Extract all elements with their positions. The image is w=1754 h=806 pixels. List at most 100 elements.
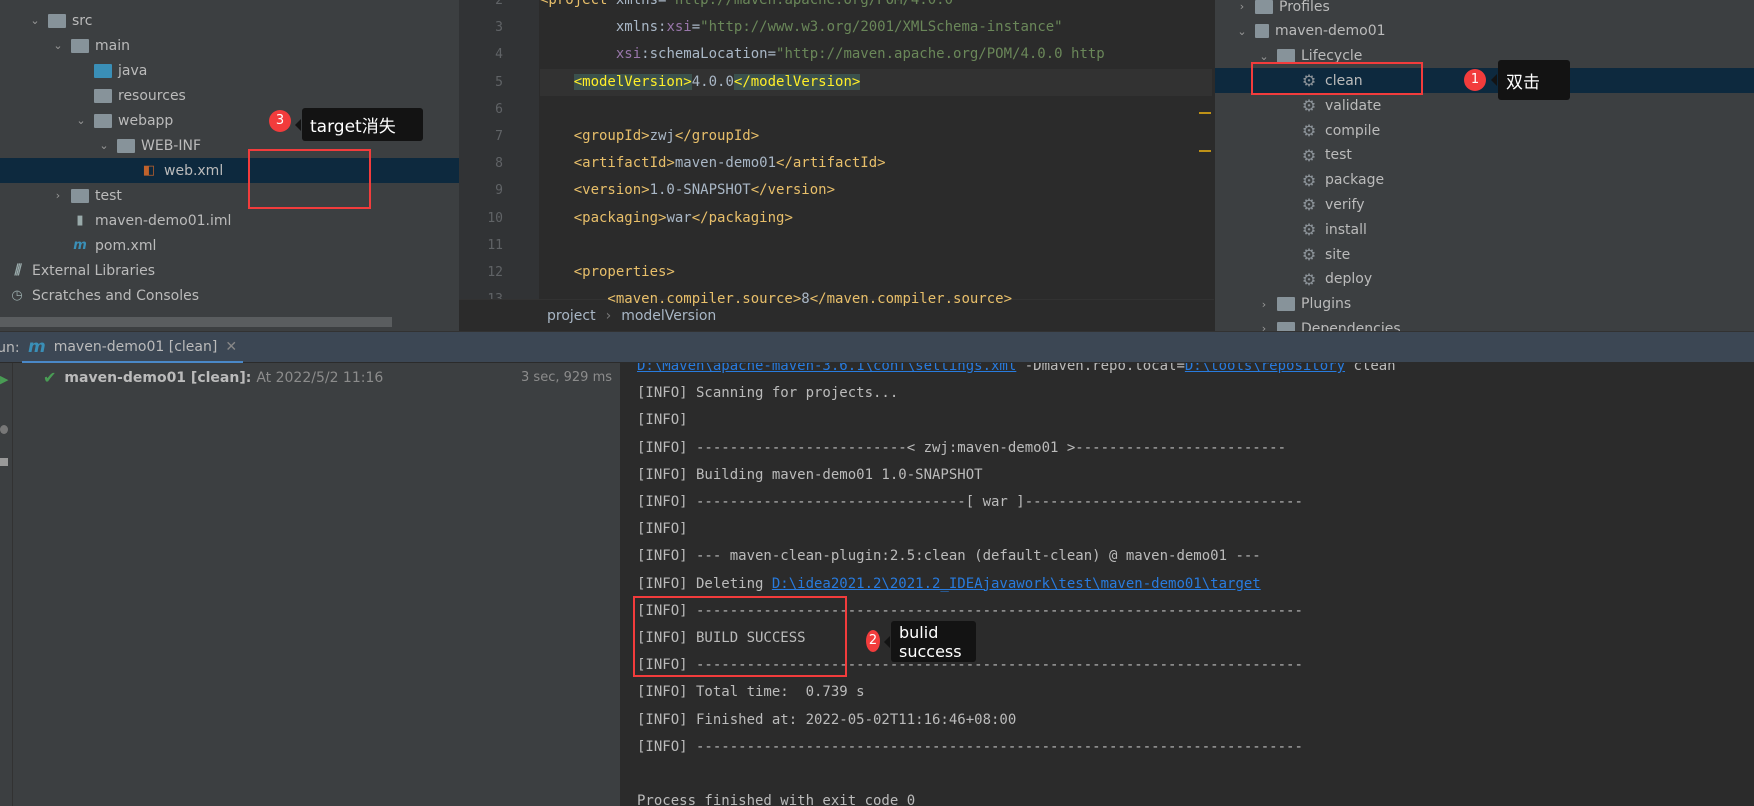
profiles-icon (1255, 0, 1273, 14)
console-line: [INFO] Total time: 0.739 s (637, 679, 865, 706)
tree-item-external-libraries[interactable]: ⫼ External Libraries (0, 258, 459, 283)
rerun-icon[interactable]: ▶ (0, 373, 8, 386)
chevron-right-icon[interactable]: › (1257, 298, 1271, 311)
line-number: 7 (495, 129, 503, 144)
code-token: </packaging> (691, 209, 793, 226)
libraries-icon: ⫼ (14, 262, 20, 278)
console-line: [INFO] (637, 407, 688, 434)
tree-item-resources[interactable]: resources (0, 83, 459, 108)
folder-icon (48, 13, 66, 28)
maven-item-deploy[interactable]: ⚙ deploy (1215, 267, 1754, 292)
tree-item-src[interactable]: ⌄ src (0, 8, 459, 33)
run-entry[interactable]: ✔ maven-demo01 [clean]: At 2022/5/2 11:1… (43, 368, 383, 387)
code-line[interactable]: xsi:schemaLocation="http://maven.apache.… (540, 41, 1212, 68)
chevron-down-icon[interactable]: ⌄ (28, 14, 42, 27)
line-number: 4 (495, 47, 503, 63)
gear-icon: ⚙ (1301, 170, 1317, 190)
dependencies-folder-icon (1277, 321, 1295, 331)
tree-item-label: Scratches and Consoles (32, 287, 199, 304)
close-tab-icon[interactable]: ✕ (225, 339, 237, 355)
maven-item-plugins[interactable]: › Plugins (1215, 292, 1754, 317)
run-toolbar: ▶ (0, 363, 13, 806)
code-line[interactable] (540, 96, 1212, 123)
tree-item-main[interactable]: ⌄ main (0, 33, 459, 58)
code-token: 1.0-SNAPSHOT (649, 182, 751, 199)
code-line[interactable]: <properties> (540, 259, 1212, 286)
maven-tool-window: › Profiles ⌄ maven-demo01 ⌄ Lifecycle ⚙ clean ⚙ v… (1214, 0, 1754, 331)
run-tab-maven-demo01-clean[interactable]: m maven-demo01 [clean] ✕ (22, 332, 244, 364)
chevron-down-icon[interactable]: ⌄ (1257, 50, 1271, 63)
maven-item-site[interactable]: ⚙ site (1215, 242, 1754, 267)
code-line[interactable] (540, 232, 1212, 259)
code-token: </modelVersion> (733, 73, 861, 90)
tree-item-test[interactable]: › test (0, 183, 459, 208)
line-number: 6 (495, 101, 503, 117)
code-token: <artifactId> (540, 155, 675, 172)
console-line: [INFO] (637, 516, 688, 543)
folder-icon (117, 138, 135, 153)
console-link[interactable]: D:\idea2021.2\2021.2_IDEAjavawork\test\m… (772, 576, 1261, 592)
toggle-icon[interactable] (0, 458, 8, 466)
tree-item-pom-xml[interactable]: m pom.xml (0, 233, 459, 258)
console-output[interactable]: D:\Maven\apache-maven-3.6.1\conf\setting… (620, 363, 1754, 806)
run-tree: ✔ maven-demo01 [clean]: At 2022/5/2 11:1… (13, 363, 620, 806)
source-folder-icon (94, 63, 112, 78)
tree-item-scratches-and-consoles[interactable]: ◷ Scratches and Consoles (0, 283, 459, 308)
console-text: [INFO] Deleting (637, 575, 772, 592)
code-line[interactable]: <project xmlns="http://maven.apache.org/… (540, 0, 1212, 14)
code-editor[interactable]: 2345678910111213 project › modelVersion … (459, 0, 1214, 331)
maven-item-label: validate (1325, 97, 1382, 114)
console-link[interactable]: D:\tools\repository (1185, 363, 1345, 374)
maven-item-label: install (1325, 221, 1367, 238)
maven-item-dependencies[interactable]: › Dependencies (1215, 316, 1754, 331)
plugins-folder-icon (1277, 297, 1295, 312)
code-line[interactable]: <modelVersion>4.0.0</modelVersion> (540, 68, 1212, 96)
maven-file-icon: m (73, 237, 87, 253)
maven-item-install[interactable]: ⚙ install (1215, 217, 1754, 242)
console-link[interactable]: D:\Maven\apache-maven-3.6.1\conf\setting… (637, 363, 1016, 374)
tree-item-label: pom.xml (95, 237, 157, 254)
chevron-right-icon[interactable]: › (51, 189, 65, 202)
code-token: "http://maven.apache.org/POM/4.0.0" (666, 0, 962, 8)
maven-item-compile[interactable]: ⚙ compile (1215, 118, 1754, 143)
tree-item-web-xml[interactable]: ◧ web.xml (0, 158, 459, 183)
line-number: 11 (487, 237, 503, 253)
chevron-right-icon[interactable]: › (1235, 0, 1249, 13)
chevron-down-icon[interactable]: ⌄ (97, 139, 111, 152)
run-tab-bar: Run: m maven-demo01 [clean] ✕ (0, 331, 1754, 364)
chevron-down-icon[interactable]: ⌄ (1235, 25, 1249, 38)
tree-item-java[interactable]: java (0, 58, 459, 83)
chevron-right-icon[interactable]: › (1257, 322, 1271, 331)
maven-item-validate[interactable]: ⚙ validate (1215, 93, 1754, 118)
code-line[interactable]: <packaging>war</packaging> (540, 205, 1212, 232)
maven-item-package[interactable]: ⚙ package (1215, 168, 1754, 193)
console-text: clean (1345, 363, 1396, 374)
stop-icon[interactable] (0, 425, 8, 434)
line-number: 3 (495, 20, 503, 36)
scratches-icon: ◷ (11, 287, 23, 303)
console-text: [INFO] Total time: 0.739 s (637, 684, 865, 701)
run-entry-time: At 2022/5/2 11:16 (256, 369, 384, 386)
code-token: <properties> (540, 264, 675, 280)
maven-item-profiles[interactable]: › Profiles (1215, 0, 1754, 19)
chevron-down-icon[interactable]: ⌄ (51, 39, 65, 52)
project-horizontal-scrollbar[interactable] (0, 317, 392, 327)
code-line[interactable]: xmlns:xsi="http://www.w3.org/2001/XMLSch… (540, 14, 1212, 41)
tree-item-label: resources (118, 87, 186, 104)
code-line[interactable]: <groupId>zwj</groupId> (540, 123, 1212, 150)
tree-item-label: maven-demo01.iml (95, 212, 232, 229)
code-line[interactable]: <version>1.0-SNAPSHOT</version> (540, 177, 1212, 204)
iml-file-icon: ▮ (76, 212, 84, 228)
maven-item-label: Plugins (1301, 296, 1352, 313)
chevron-down-icon[interactable]: ⌄ (74, 114, 88, 127)
console-text: -Dmaven.repo.local= (1016, 363, 1185, 374)
tree-item-maven-demo01-iml[interactable]: ▮ maven-demo01.iml (0, 208, 459, 233)
maven-item-test[interactable]: ⚙ test (1215, 143, 1754, 168)
maven-item-label: package (1325, 172, 1385, 189)
console-line: [INFO] ---------------------------------… (637, 734, 1303, 761)
maven-item-verify[interactable]: ⚙ verify (1215, 192, 1754, 217)
code-line[interactable]: <maven.compiler.source>8</maven.compiler… (540, 286, 1212, 313)
code-line[interactable]: <artifactId>maven-demo01</artifactId> (540, 150, 1212, 177)
maven-item-maven-demo01[interactable]: ⌄ maven-demo01 (1215, 19, 1754, 44)
maven-item-label: deploy (1325, 271, 1373, 288)
